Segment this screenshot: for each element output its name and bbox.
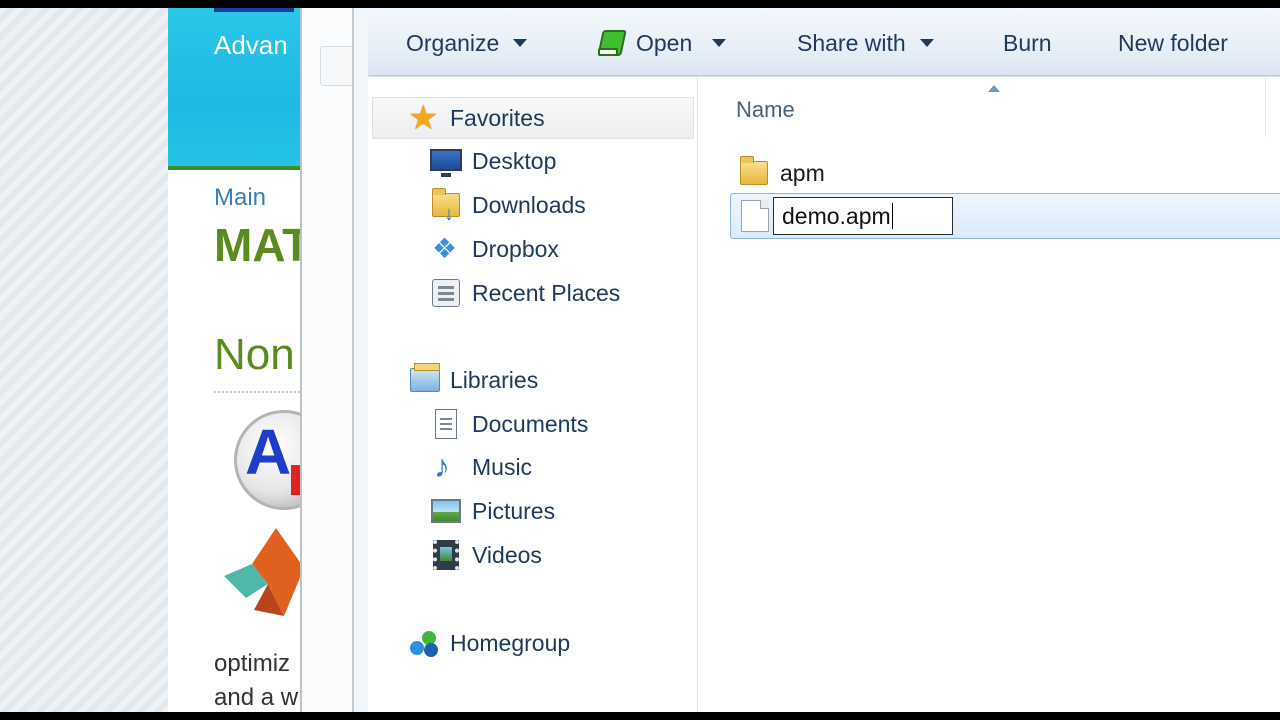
rename-input[interactable]: demo.apm [773, 197, 953, 235]
nav-item-homegroup[interactable]: Homegroup [408, 626, 570, 660]
nav-label: Music [472, 453, 533, 480]
nav-label: Pictures [472, 497, 556, 524]
apm-logo-icon: A [234, 410, 300, 510]
web-banner-text: Advan [214, 30, 288, 60]
web-body-text-1: optimiz [214, 650, 291, 677]
new-folder-button[interactable]: New folder [1118, 26, 1228, 60]
star-icon: ★ [408, 99, 439, 137]
background-web-page: Advan Main MAT Non A optimiz and a w [168, 8, 300, 712]
nav-item-documents[interactable]: Documents [430, 407, 588, 441]
navigation-pane: ★ Favorites Desktop ↓ Downloads ❖ Dropbo… [368, 77, 698, 712]
nav-label: Recent Places [472, 279, 621, 306]
folder-icon [738, 156, 770, 189]
videos-icon [430, 539, 462, 571]
nav-label: Homegroup [450, 629, 571, 656]
nav-label: Videos [472, 541, 542, 568]
share-with-label: Share with [797, 29, 906, 56]
nav-item-recent-places[interactable]: Recent Places [430, 276, 620, 310]
new-folder-label: New folder [1118, 29, 1228, 56]
desktop-background [0, 8, 168, 712]
sort-ascending-icon [988, 85, 1000, 92]
burn-label: Burn [1003, 29, 1052, 56]
nav-item-libraries[interactable]: Libraries [408, 363, 538, 397]
homegroup-icon [408, 627, 440, 659]
nav-item-videos[interactable]: Videos [430, 538, 542, 572]
nav-label: Downloads [472, 191, 586, 218]
web-page-title: MAT [214, 219, 300, 271]
open-button[interactable]: Open [596, 26, 727, 60]
list-item-label: apm [780, 159, 825, 186]
nav-item-desktop[interactable]: Desktop [430, 144, 556, 178]
screen: Advan Main MAT Non A optimiz and a w Org… [0, 8, 1280, 712]
nav-item-favorites[interactable]: ★ Favorites [408, 101, 545, 135]
text-file-icon [741, 200, 769, 232]
open-book-icon [596, 28, 627, 58]
music-note-icon: ♪ [434, 448, 450, 484]
nav-label: Desktop [472, 147, 557, 174]
documents-icon [430, 408, 462, 440]
nav-item-pictures[interactable]: Pictures [430, 494, 555, 528]
web-banner: Advan [168, 8, 300, 170]
nav-label: Favorites [450, 104, 545, 131]
web-divider [214, 391, 300, 393]
dropbox-icon: ❖ [432, 233, 458, 264]
rename-input-value: demo.apm [782, 202, 891, 229]
matlab-logo-icon [224, 528, 300, 616]
web-body-text-2: and a w [214, 684, 299, 711]
libraries-icon [408, 363, 440, 396]
organize-label: Organize [406, 29, 500, 56]
chevron-down-icon [513, 39, 528, 47]
chevron-down-icon [919, 39, 934, 47]
organize-button[interactable]: Organize [406, 26, 528, 60]
column-header-name[interactable]: Name [736, 97, 795, 123]
file-list-pane: Name apm demo.apm [698, 77, 1280, 712]
nav-label: Dropbox [472, 235, 559, 262]
web-banner-logo [214, 8, 294, 12]
list-item-demo-file-selected[interactable]: demo.apm [730, 193, 1280, 239]
pictures-icon [430, 495, 462, 527]
explorer-toolbar: Organize Open Share with Burn New folder [368, 8, 1280, 76]
desktop-icon [430, 145, 462, 177]
nav-label: Libraries [450, 366, 539, 393]
nav-label: Documents [472, 410, 589, 437]
dialog-frame [300, 8, 370, 712]
open-label: Open [636, 29, 693, 56]
nav-item-dropbox[interactable]: ❖ Dropbox [430, 232, 559, 266]
nav-item-downloads[interactable]: ↓ Downloads [430, 188, 586, 225]
text-cursor [891, 203, 893, 229]
share-with-button[interactable]: Share with [797, 26, 934, 60]
list-item-apm-folder[interactable]: apm [738, 151, 825, 195]
column-divider[interactable] [1265, 77, 1266, 137]
burn-button[interactable]: Burn [1003, 26, 1052, 60]
chevron-down-icon [712, 39, 727, 47]
web-main-link[interactable]: Main [214, 184, 266, 212]
web-section-heading: Non [214, 330, 295, 379]
downloads-folder-icon: ↓ [430, 188, 462, 225]
nav-item-music[interactable]: ♪ Music [430, 448, 533, 484]
recent-places-icon [430, 277, 462, 309]
